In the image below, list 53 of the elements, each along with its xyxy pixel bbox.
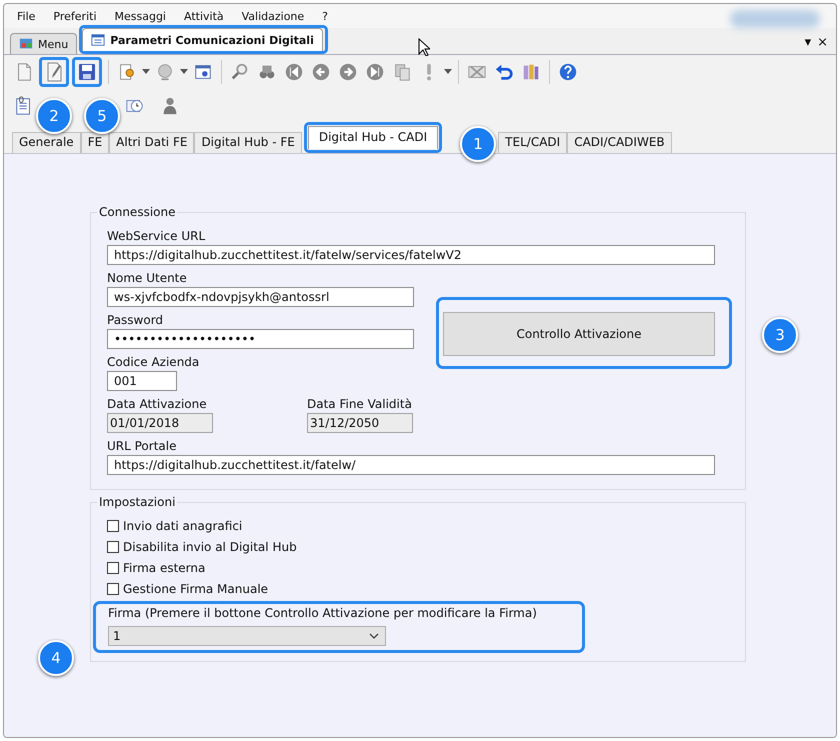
field-label: Data Fine Validità (307, 397, 412, 411)
field-label: Data Attivazione (107, 397, 207, 411)
input-field[interactable]: https://digitalhub.zucchettitest.it/fatelw/ (107, 455, 715, 475)
group-title: Connessione (97, 205, 178, 219)
close-button[interactable]: × (817, 35, 828, 50)
field-label: Password (107, 313, 164, 327)
field-label: URL Portale (107, 439, 176, 453)
group-title: Impostazioni (97, 495, 178, 509)
field-label: WebService URL (107, 229, 206, 243)
caret-icon (369, 633, 379, 639)
input-field[interactable]: https://digitalhub.zucchettitest.it/fatelw/services/fatelwV2 (107, 245, 715, 265)
form-tab[interactable]: Digital Hub - CADI (308, 126, 438, 149)
form-tab[interactable]: FE (80, 132, 110, 153)
checkbox[interactable] (107, 520, 119, 532)
dropdown-caret-icon (180, 69, 188, 75)
form-window-icon (91, 33, 106, 47)
checkbox-label: Invio dati anagrafici (123, 518, 242, 532)
tab-list-button[interactable]: ▾ (804, 35, 812, 50)
form-tab[interactable]: Generale (12, 132, 81, 153)
menu-item[interactable]: Preferiti (44, 8, 106, 28)
activation-button[interactable]: Controllo Attivazione (443, 312, 715, 356)
dropdown-caret-icon (142, 69, 150, 75)
checkbox-label: Gestione Firma Manuale (123, 582, 268, 596)
checkbox[interactable] (107, 562, 119, 574)
document-tab[interactable]: Parametri Comunicazioni Digitali (82, 28, 323, 51)
dropdown-caret-icon (444, 69, 452, 75)
menu-grid-icon (19, 37, 33, 51)
form-tab[interactable]: Altri Dati FE (109, 132, 194, 153)
save-icon (76, 61, 98, 83)
menu-item[interactable]: Messaggi (106, 8, 175, 28)
menu-item[interactable]: File (8, 8, 44, 28)
form-tab[interactable]: TEL/CADI (498, 132, 568, 153)
form-tab[interactable]: CADI/CADIWEB (567, 132, 672, 153)
checkbox-label: Disabilita invio al Digital Hub (123, 540, 297, 554)
cursor-icon (418, 38, 430, 56)
field-label: Firma (Premere il bottone Controllo Attivazione per modificare la Firma) (108, 606, 537, 620)
document-tab[interactable]: Menu (10, 33, 78, 54)
form-tab[interactable]: Digital Hub - FE (194, 132, 302, 153)
checkbox[interactable] (107, 540, 119, 552)
toolbar-button[interactable] (39, 57, 69, 87)
toolbar-button[interactable] (72, 57, 102, 87)
field-label: Codice Azienda (107, 355, 200, 369)
menu-item[interactable]: ? (313, 8, 338, 28)
input-field[interactable]: •••••••••••••••••••• (107, 329, 414, 349)
menu-item[interactable]: Attività (174, 8, 233, 28)
dropdown[interactable]: 1 (108, 626, 386, 646)
checkbox-label: Firma esterna (123, 560, 206, 574)
menu-item[interactable]: Validazione (232, 8, 314, 28)
field-label: Nome Utente (107, 271, 187, 285)
input-field[interactable]: 001 (107, 371, 177, 391)
help-icon[interactable] (558, 61, 578, 83)
input-field[interactable]: ws-xjvfcbodfx-ndovpjsykh@antossrl (107, 287, 414, 307)
checkbox[interactable] (107, 582, 119, 594)
